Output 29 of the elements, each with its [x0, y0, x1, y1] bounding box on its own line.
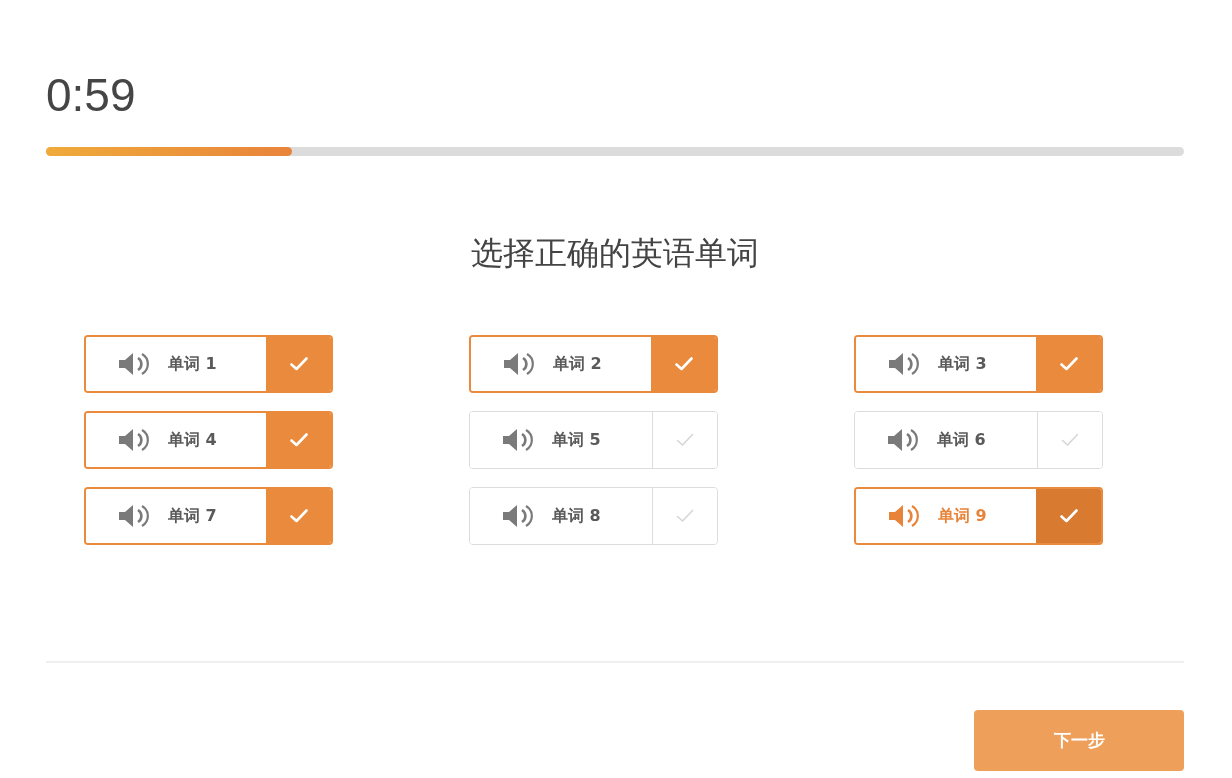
- checkbox[interactable]: [1037, 412, 1102, 468]
- speaker-icon: [118, 428, 152, 452]
- check-icon: [676, 509, 694, 523]
- checkbox[interactable]: [266, 413, 331, 467]
- check-icon: [1059, 509, 1078, 523]
- checkbox[interactable]: [1036, 489, 1101, 543]
- check-icon: [289, 433, 308, 447]
- check-icon: [289, 509, 308, 523]
- checkbox[interactable]: [652, 412, 717, 468]
- check-icon: [1059, 357, 1078, 371]
- speaker-icon: [118, 352, 152, 376]
- checkbox[interactable]: [651, 337, 716, 391]
- speaker-icon: [887, 428, 921, 452]
- checkbox[interactable]: [266, 337, 331, 391]
- question-prompt: 选择正确的英语单词: [471, 234, 759, 272]
- speaker-icon: [502, 428, 536, 452]
- speaker-icon: [118, 504, 152, 528]
- check-icon: [1061, 433, 1079, 447]
- checkbox[interactable]: [1036, 337, 1101, 391]
- countdown-timer: 0:59: [46, 72, 136, 118]
- speaker-icon: [888, 504, 922, 528]
- speaker-icon: [503, 352, 537, 376]
- check-icon: [289, 357, 308, 371]
- speaker-icon: [502, 504, 536, 528]
- check-icon: [674, 357, 693, 371]
- checkbox[interactable]: [652, 488, 717, 544]
- speaker-icon: [888, 352, 922, 376]
- checkbox[interactable]: [266, 489, 331, 543]
- check-icon: [676, 433, 694, 447]
